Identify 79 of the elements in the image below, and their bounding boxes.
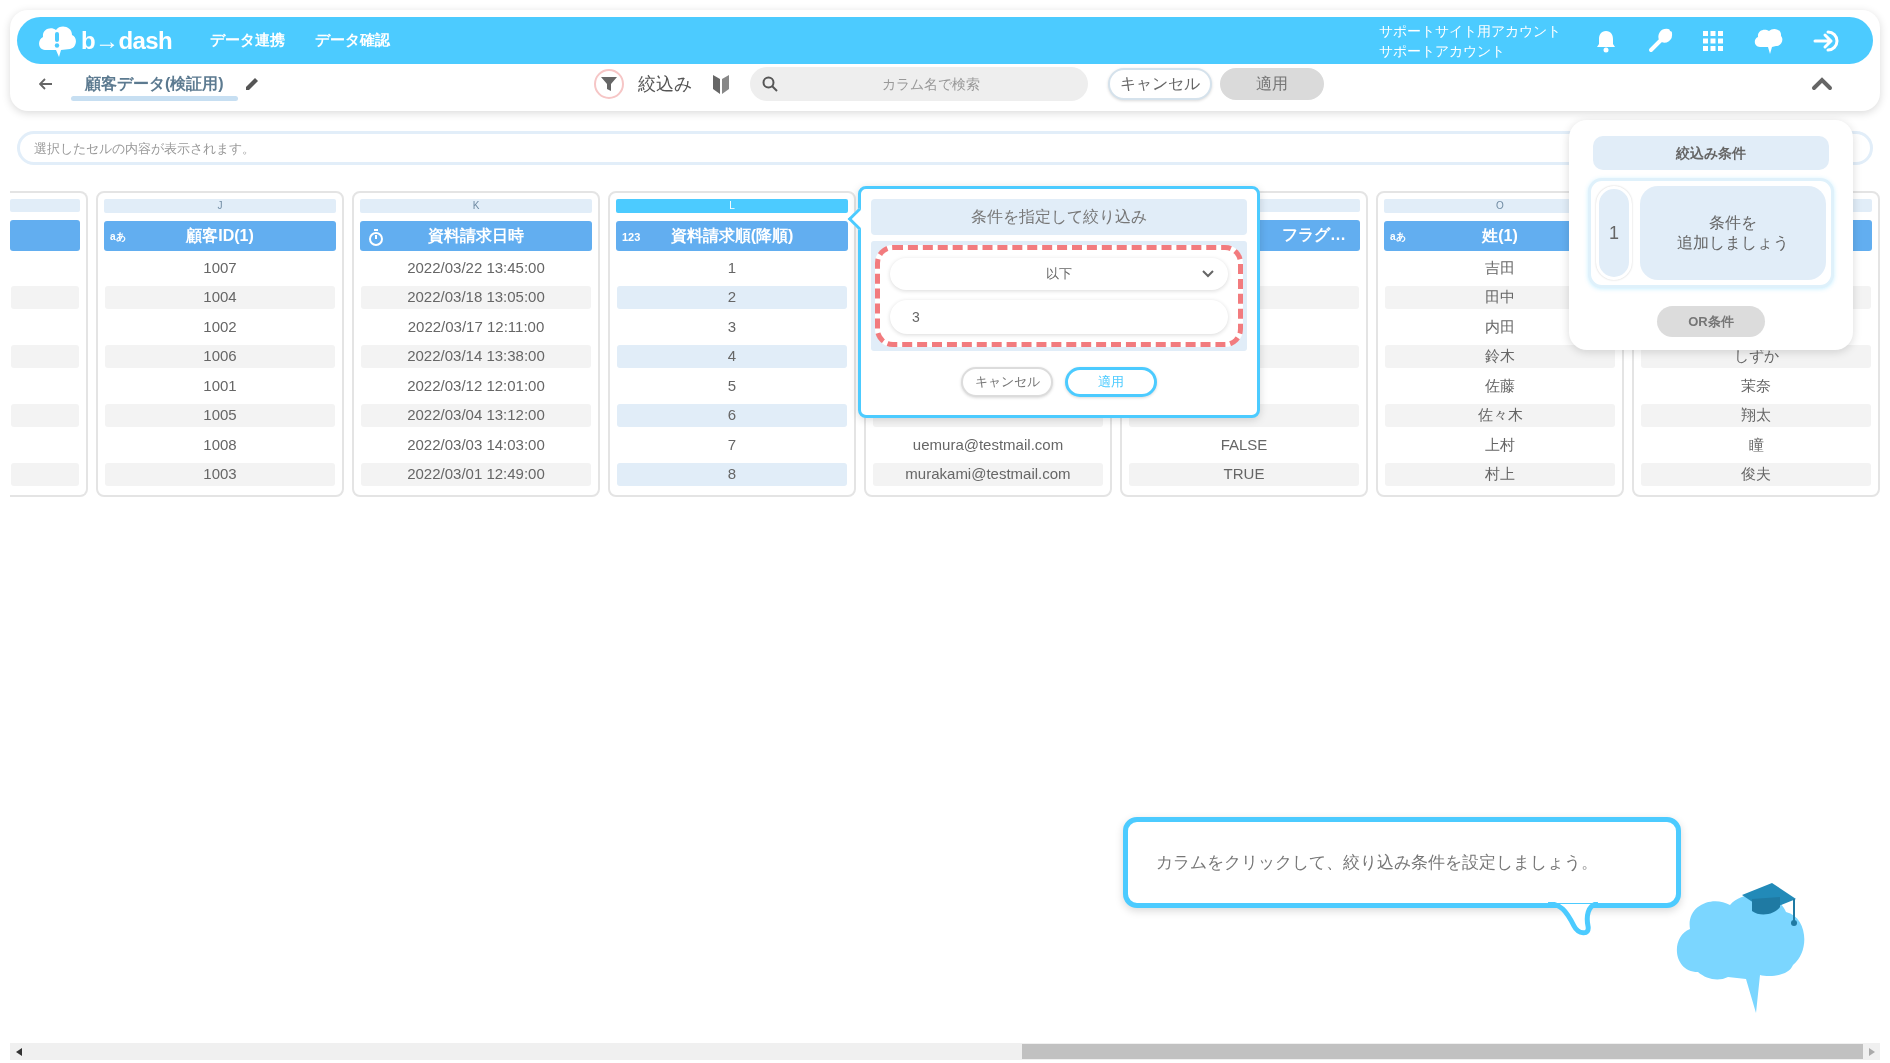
column-title: 資料請求日時 <box>428 226 524 246</box>
condition-editor[interactable]: 以下 3 <box>875 245 1243 347</box>
panel-title: 絞込み条件 <box>1593 136 1829 170</box>
table-cell[interactable]: 1004 <box>105 285 335 309</box>
column-title: 姓(1) <box>1482 226 1518 246</box>
table-cell[interactable]: 茉奈 <box>1641 374 1871 398</box>
add-condition-label: 追加しましょう <box>1677 233 1789 253</box>
table-cell[interactable]: murakami@testmail.com <box>873 462 1103 486</box>
popover-button[interactable]: キャンセル <box>961 367 1053 397</box>
table-cell[interactable]: 2022/03/03 14:03:00 <box>361 433 591 457</box>
table-cell[interactable]: 8 <box>617 462 847 486</box>
wrench-icon[interactable] <box>1647 27 1673 54</box>
type-label: aあ <box>110 230 126 244</box>
hint-text: カラムをクリックして、絞り込み条件を設定しましょう。 <box>1156 851 1598 874</box>
filter-label: 絞込み <box>637 72 692 96</box>
add-condition-button[interactable]: 条件を 追加しましょう <box>1640 186 1826 280</box>
table-cell[interactable]: 1001 <box>105 374 335 398</box>
table-cell[interactable]: 2022/03/01 12:49:00 <box>361 462 591 486</box>
table-cell[interactable]: 1005 <box>105 403 335 427</box>
cloud-head-icon[interactable] <box>1753 26 1783 55</box>
table-cell[interactable]: TRUE <box>1129 462 1359 486</box>
dataset-title: 顧客データ(検証用) <box>83 74 225 94</box>
table-cell[interactable]: 鈴木 <box>1385 344 1615 368</box>
table-cell[interactable]: 2022/03/22 13:45:00 <box>361 256 591 280</box>
stopwatch-icon <box>368 229 384 247</box>
table-cell[interactable]: 佐藤 <box>1385 374 1615 398</box>
search-icon <box>761 76 778 92</box>
apps-grid-icon[interactable] <box>1703 30 1723 51</box>
filter-icon[interactable] <box>593 69 624 99</box>
value-input[interactable]: 3 <box>890 300 1228 334</box>
table-cell[interactable]: 2 <box>617 285 847 309</box>
pencil-icon[interactable] <box>243 76 260 92</box>
type-label: 123 <box>622 230 641 245</box>
column-title: 資料請求順(降順) <box>670 226 794 246</box>
table-cell[interactable]: 2022/03/14 13:38:00 <box>361 344 591 368</box>
table-cell[interactable]: 2022/03/17 12:11:00 <box>361 315 591 339</box>
search-field[interactable]: カラム名で検索 <box>749 67 1088 101</box>
operator-dropdown[interactable]: 以下 <box>890 258 1228 290</box>
condition-number: 1 <box>1596 186 1632 280</box>
table-cell[interactable]: 2022/03/12 12:01:00 <box>361 374 591 398</box>
table-cell[interactable]: 2022/03/18 13:05:00 <box>361 285 591 309</box>
table-cell[interactable]: 上村 <box>1385 433 1615 457</box>
shield-icon[interactable] <box>711 73 730 95</box>
column-letter[interactable]: K <box>360 199 592 213</box>
table-cell[interactable]: 6 <box>617 403 847 427</box>
add-condition-label: 条件を <box>1709 213 1757 233</box>
chevron-down-icon <box>1202 270 1214 278</box>
back-arrow-icon[interactable] <box>39 78 53 90</box>
table-cell[interactable]: 1003 <box>105 462 335 486</box>
table-cell[interactable]: 5 <box>617 374 847 398</box>
table-cell[interactable]: 1 <box>617 256 847 280</box>
table-cell[interactable]: 翔太 <box>1641 403 1871 427</box>
column-title: フラグ… <box>1282 225 1346 246</box>
table-cell[interactable]: 瞳 <box>1641 433 1871 457</box>
table-cell[interactable]: 1002 <box>105 315 335 339</box>
column-header[interactable] <box>10 219 80 251</box>
account-name: サポートアカウント <box>1379 41 1506 61</box>
table-cell[interactable]: 4 <box>617 344 847 368</box>
type-label: aあ <box>1390 230 1406 244</box>
toolbar-button[interactable]: キャンセル <box>1107 68 1212 100</box>
column-letter[interactable] <box>10 199 80 212</box>
table-cell[interactable]: 佐々木 <box>1385 403 1615 427</box>
table-cell[interactable]: 俊夫 <box>1641 462 1871 486</box>
table-cell[interactable]: 1006 <box>105 344 335 368</box>
bell-icon[interactable] <box>1595 28 1617 53</box>
scrollbar-thumb[interactable] <box>1022 1044 1863 1059</box>
table-cell[interactable]: 2022/03/04 13:12:00 <box>361 403 591 427</box>
collapse-chevron-icon[interactable] <box>1811 77 1833 91</box>
account-name: サポートサイト用アカウント <box>1379 21 1561 41</box>
table-cell[interactable]: 7 <box>617 433 847 457</box>
table-cell[interactable]: 村上 <box>1385 462 1615 486</box>
table-cell[interactable]: FALSE <box>1129 433 1359 457</box>
column-title: 顧客ID(1) <box>186 226 254 246</box>
popover-title: 条件を指定して絞り込み <box>871 199 1247 235</box>
column-letter[interactable]: J <box>104 199 336 213</box>
table-cell[interactable]: 3 <box>617 315 847 339</box>
table-cell[interactable]: 1007 <box>105 256 335 280</box>
table-cell[interactable]: uemura@testmail.com <box>873 433 1103 457</box>
table-cell[interactable]: 1008 <box>105 433 335 457</box>
